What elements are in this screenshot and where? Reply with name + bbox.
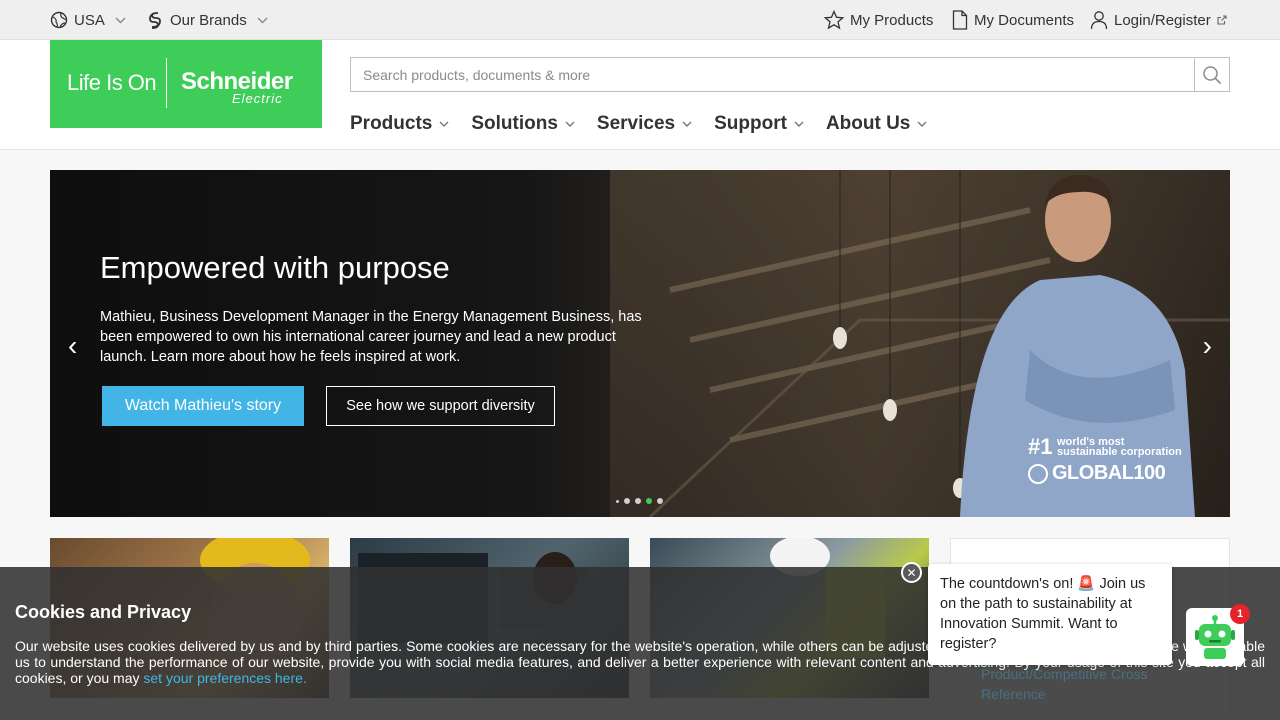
diversity-button[interactable]: See how we support diversity bbox=[326, 386, 555, 426]
nav-solutions-label: Solutions bbox=[471, 113, 558, 134]
chat-close-button[interactable]: ✕ bbox=[901, 562, 922, 583]
globe-icon bbox=[50, 11, 68, 29]
seal-icon bbox=[1028, 463, 1048, 484]
chat-notification-badge: 1 bbox=[1230, 604, 1250, 624]
hero-carousel: Empowered with purpose Mathieu, Business… bbox=[50, 170, 1230, 517]
chevron-down-icon bbox=[682, 121, 692, 127]
utility-bar: USA Our Brands My Products My Documents … bbox=[0, 0, 1280, 40]
cookie-title: Cookies and Privacy bbox=[15, 602, 192, 622]
carousel-dots bbox=[616, 498, 663, 504]
my-documents-link[interactable]: My Documents bbox=[952, 0, 1074, 40]
hero-description: Mathieu, Business Development Manager in… bbox=[100, 309, 642, 365]
my-products-label: My Products bbox=[850, 11, 934, 29]
cookie-preferences-link[interactable]: set your preferences here. bbox=[143, 670, 306, 686]
user-icon bbox=[1090, 11, 1108, 30]
chevron-down-icon bbox=[115, 17, 126, 23]
star-icon bbox=[824, 10, 844, 30]
chevron-down-icon bbox=[794, 121, 804, 127]
nav-services[interactable]: Services bbox=[597, 113, 692, 135]
badge-line-2: sustainable corporation bbox=[1057, 446, 1182, 458]
badge-global: GLOBAL100 bbox=[1028, 462, 1166, 485]
search-icon bbox=[1203, 65, 1222, 84]
nav-about-us[interactable]: About Us bbox=[826, 113, 927, 135]
nav-solutions[interactable]: Solutions bbox=[471, 113, 575, 135]
carousel-dot-active[interactable] bbox=[646, 498, 652, 504]
login-register-link[interactable]: Login/Register bbox=[1090, 0, 1227, 40]
chevron-down-icon bbox=[439, 121, 449, 127]
nav-support[interactable]: Support bbox=[714, 113, 804, 135]
nav-support-label: Support bbox=[714, 113, 787, 134]
chevron-down-icon bbox=[257, 17, 268, 23]
external-link-icon bbox=[1217, 15, 1227, 25]
badge-text: world's most sustainable corporation bbox=[1057, 437, 1182, 458]
search-bar bbox=[350, 57, 1230, 92]
logo-brand-sub: Electric bbox=[232, 91, 283, 106]
carousel-dot[interactable] bbox=[635, 498, 641, 504]
search-button[interactable] bbox=[1194, 58, 1229, 91]
main-nav: Products Solutions Services Support Abou… bbox=[350, 112, 949, 136]
brands-icon bbox=[149, 12, 161, 29]
carousel-next-arrow[interactable]: › bbox=[1203, 330, 1212, 362]
site-header: Life Is On Schneider Electric Products S… bbox=[0, 40, 1280, 150]
my-products-link[interactable]: My Products bbox=[824, 0, 933, 40]
chevron-down-icon bbox=[917, 121, 927, 127]
badge-global-label: GLOBAL100 bbox=[1052, 462, 1166, 484]
our-brands-menu[interactable]: Our Brands bbox=[146, 0, 268, 40]
login-register-label: Login/Register bbox=[1114, 11, 1211, 29]
hero-title: Empowered with purpose bbox=[100, 250, 450, 285]
carousel-dot[interactable] bbox=[616, 499, 619, 503]
nav-products[interactable]: Products bbox=[350, 113, 449, 135]
nav-products-label: Products bbox=[350, 113, 433, 134]
cross-reference-link[interactable]: Product/Competitive Cross Reference bbox=[981, 664, 1181, 704]
schneider-logo[interactable]: Life Is On Schneider Electric bbox=[50, 40, 322, 128]
nav-about-us-label: About Us bbox=[825, 113, 911, 134]
logo-tagline: Life Is On bbox=[67, 70, 157, 95]
search-input[interactable] bbox=[351, 58, 1195, 91]
logo-divider bbox=[166, 58, 167, 108]
my-documents-label: My Documents bbox=[974, 11, 1075, 29]
chat-message[interactable]: The countdown's on! 🚨 Join us on the pat… bbox=[928, 564, 1172, 665]
robot-icon bbox=[1195, 615, 1235, 659]
carousel-dot[interactable] bbox=[657, 498, 663, 504]
nav-services-label: Services bbox=[596, 113, 676, 134]
carousel-dot[interactable] bbox=[624, 498, 630, 504]
country-label: USA bbox=[74, 11, 105, 29]
watch-story-button[interactable]: Watch Mathieu's story bbox=[102, 386, 304, 426]
badge-number: #1 bbox=[1028, 434, 1053, 459]
country-selector[interactable]: USA bbox=[50, 0, 126, 40]
document-icon bbox=[952, 10, 968, 30]
our-brands-label: Our Brands bbox=[170, 11, 247, 29]
carousel-prev-arrow[interactable]: ‹ bbox=[68, 330, 77, 362]
chevron-down-icon bbox=[565, 121, 575, 127]
